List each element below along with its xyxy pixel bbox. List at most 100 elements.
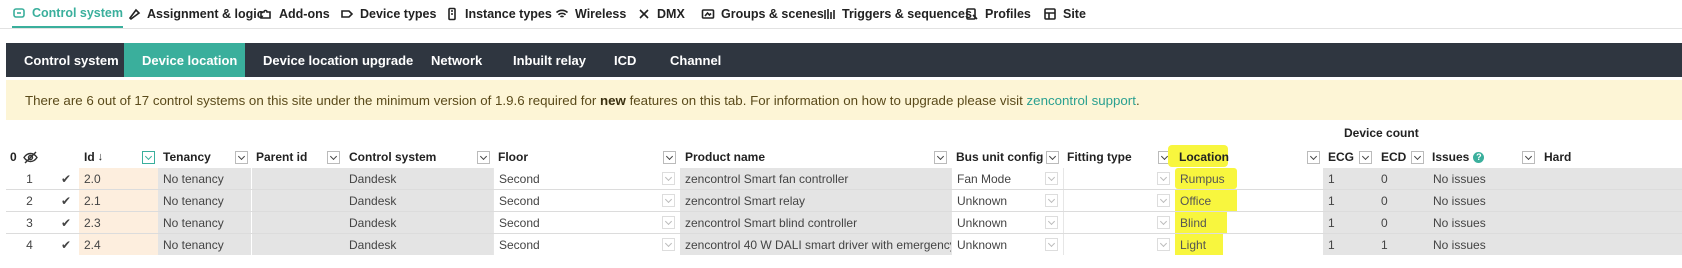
product-name-cell[interactable]: zencontrol Smart relay <box>680 190 951 211</box>
tab-device-location[interactable]: Device location <box>124 43 245 77</box>
nav-instance-types[interactable]: Instance types <box>445 0 552 28</box>
location-cell[interactable]: Office <box>1175 190 1237 211</box>
control-system-cell[interactable]: Dandesk <box>344 212 493 233</box>
id-cell[interactable]: 2.1 <box>79 190 158 211</box>
fitting-type-select[interactable] <box>1063 212 1175 233</box>
zencontrol-support-link[interactable]: zencontrol support <box>1027 93 1136 108</box>
control-system-cell[interactable]: Dandesk <box>344 168 493 189</box>
nav-dmx[interactable]: DMX <box>637 0 685 28</box>
issues-column-header[interactable]: Issues ? <box>1432 147 1485 167</box>
chevron-down-icon[interactable] <box>1157 172 1170 185</box>
nav-add-ons[interactable]: Add-ons <box>259 0 330 28</box>
chevron-down-icon[interactable] <box>1045 216 1058 229</box>
table-row[interactable]: 4 ✔ 2.4 No tenancy Dandesk Second zencon… <box>6 234 1682 255</box>
tab-control-system[interactable]: Control system <box>6 43 137 77</box>
hard-column-header[interactable]: Hard <box>1544 147 1571 167</box>
nav-groups-scenes[interactable]: Groups & scenes <box>701 0 824 28</box>
tab-network[interactable]: Network <box>413 43 500 77</box>
tenancy-cell[interactable]: No tenancy <box>158 234 251 255</box>
chevron-down-icon[interactable] <box>1045 194 1058 207</box>
floor-select[interactable]: Second <box>493 190 680 211</box>
table-row[interactable]: 3 ✔ 2.3 No tenancy Dandesk Second zencon… <box>6 212 1682 233</box>
location-cell[interactable]: Light <box>1175 234 1223 255</box>
bus-unit-config-column-header[interactable]: Bus unit config <box>956 147 1043 167</box>
floor-select[interactable]: Second <box>493 212 680 233</box>
tab-device-location-upgrade[interactable]: Device location upgrade <box>245 43 431 77</box>
parent-id-filter-dropdown[interactable] <box>327 151 340 164</box>
fitting-type-select[interactable] <box>1063 190 1175 211</box>
control-system-cell[interactable]: Dandesk <box>344 190 493 211</box>
issues-cell: No issues <box>1428 212 1539 233</box>
control-system-cell[interactable]: Dandesk <box>344 234 493 255</box>
table-row[interactable]: 2 ✔ 2.1 No tenancy Dandesk Second zencon… <box>6 190 1682 211</box>
tab-channel[interactable]: Channel <box>652 43 739 77</box>
tenancy-filter-dropdown[interactable] <box>235 151 248 164</box>
chevron-down-icon[interactable] <box>662 238 675 251</box>
info-icon[interactable]: ? <box>1473 151 1485 163</box>
id-cell[interactable]: 2.4 <box>79 234 158 255</box>
floor-column-header[interactable]: Floor <box>498 147 528 167</box>
floor-value: Second <box>499 215 540 230</box>
nav-control-system[interactable]: Control system <box>12 0 123 28</box>
fitting-type-column-header[interactable]: Fitting type <box>1067 147 1132 167</box>
ecd-count-cell: 1 <box>1376 234 1428 255</box>
tenancy-cell[interactable]: No tenancy <box>158 168 251 189</box>
bus-unit-config-select[interactable]: Unknown <box>951 212 1063 233</box>
tab-inbuilt-relay[interactable]: Inbuilt relay <box>495 43 604 77</box>
tab-icd[interactable]: ICD <box>596 43 654 77</box>
bus-unit-config-select[interactable]: Unknown <box>951 190 1063 211</box>
control-system-filter-dropdown[interactable] <box>477 151 490 164</box>
fitting-type-select[interactable] <box>1063 234 1175 255</box>
id-filter-dropdown[interactable] <box>142 151 155 164</box>
chevron-down-icon[interactable] <box>1157 194 1170 207</box>
ecg-filter-dropdown[interactable] <box>1359 151 1372 164</box>
nav-site[interactable]: Site <box>1043 0 1086 28</box>
parent-id-column-header[interactable]: Parent id <box>256 147 307 167</box>
nav-triggers-sequences[interactable]: Triggers & sequences <box>822 0 972 28</box>
parent-id-cell[interactable] <box>252 190 344 211</box>
hide-columns-icon[interactable] <box>23 147 38 167</box>
parent-id-cell[interactable] <box>252 168 344 189</box>
ecd-column-header[interactable]: ECD <box>1381 147 1406 167</box>
issues-filter-dropdown[interactable] <box>1522 151 1535 164</box>
bus-unit-config-select[interactable]: Fan Mode <box>951 168 1063 189</box>
location-cell[interactable]: Rumpus <box>1175 168 1237 189</box>
floor-select[interactable]: Second <box>493 234 680 255</box>
nav-assignment-logic[interactable]: Assignment & logic <box>127 0 264 28</box>
nav-wireless[interactable]: Wireless <box>555 0 626 28</box>
tenancy-cell[interactable]: No tenancy <box>158 212 251 233</box>
chevron-down-icon[interactable] <box>1045 172 1058 185</box>
tenancy-column-header[interactable]: Tenancy <box>163 147 211 167</box>
parent-id-cell[interactable] <box>252 234 344 255</box>
location-column-header[interactable]: Location <box>1179 147 1229 167</box>
id-column-header[interactable]: Id ↓ <box>84 147 103 167</box>
id-cell[interactable]: 2.0 <box>79 168 158 189</box>
location-filter-dropdown[interactable] <box>1307 151 1320 164</box>
product-name-filter-dropdown[interactable] <box>934 151 947 164</box>
control-system-column-header[interactable]: Control system <box>349 147 436 167</box>
chevron-down-icon[interactable] <box>1157 238 1170 251</box>
chevron-down-icon[interactable] <box>662 172 675 185</box>
tenancy-cell[interactable]: No tenancy <box>158 190 251 211</box>
nav-profiles[interactable]: Profiles <box>965 0 1031 28</box>
ecg-column-header[interactable]: ECG <box>1328 147 1354 167</box>
nav-device-types[interactable]: Device types <box>340 0 436 28</box>
parent-id-cell[interactable] <box>252 212 344 233</box>
floor-select[interactable]: Second <box>493 168 680 189</box>
chevron-down-icon[interactable] <box>662 216 675 229</box>
bus-unit-config-select[interactable]: Unknown <box>951 234 1063 255</box>
product-name-cell[interactable]: zencontrol 40 W DALI smart driver with e… <box>680 234 951 255</box>
location-cell[interactable]: Blind <box>1175 212 1227 233</box>
chevron-down-icon[interactable] <box>1157 216 1170 229</box>
product-name-cell[interactable]: zencontrol Smart blind controller <box>680 212 951 233</box>
id-cell[interactable]: 2.3 <box>79 212 158 233</box>
table-row[interactable]: 1 ✔ 2.0 No tenancy Dandesk Second zencon… <box>6 168 1682 189</box>
chevron-down-icon[interactable] <box>1045 238 1058 251</box>
floor-filter-dropdown[interactable] <box>663 151 676 164</box>
fitting-type-select[interactable] <box>1063 168 1175 189</box>
product-name-cell[interactable]: zencontrol Smart fan controller <box>680 168 951 189</box>
chevron-down-icon[interactable] <box>662 194 675 207</box>
bus-unit-config-filter-dropdown[interactable] <box>1046 151 1059 164</box>
product-name-column-header[interactable]: Product name <box>685 147 765 167</box>
ecd-filter-dropdown[interactable] <box>1411 151 1424 164</box>
